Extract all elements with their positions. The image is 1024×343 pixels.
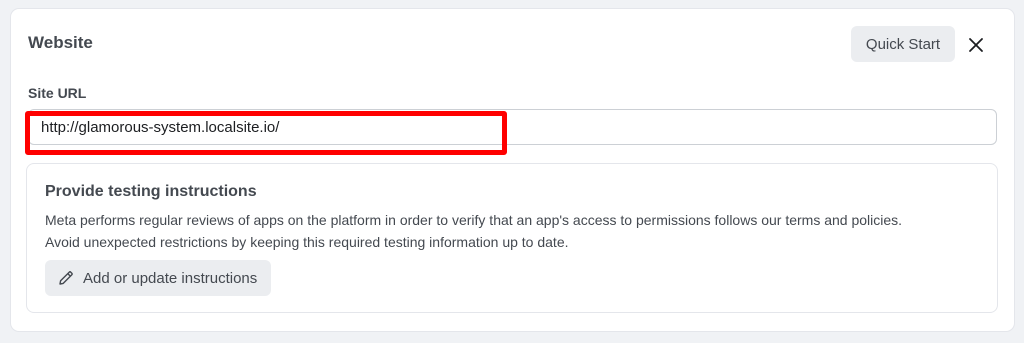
- add-update-instructions-label: Add or update instructions: [83, 269, 258, 287]
- site-url-input[interactable]: [28, 109, 997, 145]
- pencil-icon: [57, 269, 75, 287]
- description-line-1: Meta performs regular reviews of apps on…: [45, 212, 903, 228]
- description-line-2: Avoid unexpected restrictions by keeping…: [45, 234, 569, 250]
- quick-start-button[interactable]: Quick Start: [851, 26, 955, 62]
- website-panel: Website Quick Start Site URL Provide tes…: [11, 9, 1014, 331]
- panel-title: Website: [28, 33, 93, 52]
- testing-instructions-description: Meta performs regular reviews of apps on…: [45, 209, 975, 253]
- testing-instructions-card: Provide testing instructions Meta perfor…: [26, 163, 998, 313]
- testing-instructions-title: Provide testing instructions: [45, 183, 257, 200]
- close-icon: [969, 38, 983, 52]
- add-update-instructions-button[interactable]: Add or update instructions: [45, 260, 271, 296]
- close-button[interactable]: [963, 32, 989, 58]
- site-url-label: Site URL: [28, 85, 87, 101]
